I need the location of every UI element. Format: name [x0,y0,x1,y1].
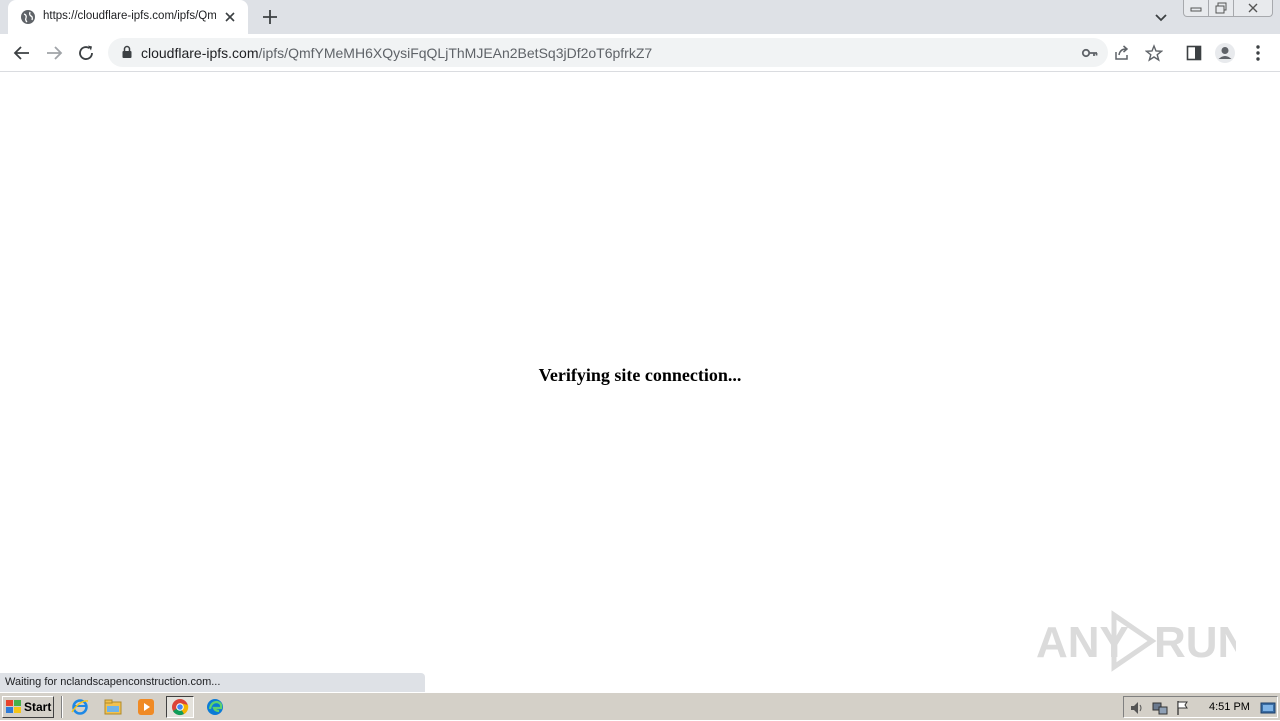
action-center-flag-icon[interactable] [1175,700,1191,716]
close-window-button[interactable] [1233,0,1273,17]
browser-titlebar: https://cloudflare-ipfs.com/ipfs/QmfYMeM… [0,0,1280,34]
ie-icon[interactable] [70,697,90,717]
media-player-icon[interactable] [136,697,156,717]
url-path: /ipfs/QmfYMeMH6XQysiFqQLjThMJEAn2BetSq3j… [258,45,653,61]
clock[interactable]: 4:51 PM [1209,701,1250,713]
page-content: Verifying site connection... ANY RUN Wai… [0,72,1280,692]
side-panel-icon[interactable] [1183,42,1205,64]
show-desktop-icon[interactable] [1260,700,1276,716]
chrome-icon[interactable] [166,696,194,718]
explorer-icon[interactable] [103,697,123,717]
status-bubble: Waiting for nclandscapenconstruction.com… [0,673,425,692]
reload-icon[interactable] [75,42,97,64]
start-label: Start [24,700,52,714]
tab-title: https://cloudflare-ipfs.com/ipfs/QmfYMeM… [43,10,216,22]
bookmark-star-icon[interactable] [1144,44,1164,62]
browser-toolbar: cloudflare-ipfs.com/ipfs/QmfYMeMH6XQysiF… [0,34,1280,72]
windows-taskbar: Start 4:51 PM [0,692,1280,720]
network-icon[interactable] [1152,700,1168,716]
back-icon[interactable] [11,42,33,64]
system-tray: 4:51 PM [1123,696,1278,718]
forward-icon[interactable] [43,42,65,64]
key-icon[interactable] [1081,44,1099,62]
more-menu-icon[interactable] [1247,42,1269,64]
browser-tab[interactable]: https://cloudflare-ipfs.com/ipfs/QmfYMeM… [8,0,248,34]
anyrun-watermark: ANY RUN [1036,609,1249,673]
chevron-down-icon[interactable] [1151,7,1171,27]
new-tab-icon[interactable] [260,7,280,27]
share-icon[interactable] [1113,44,1131,62]
restore-button[interactable] [1208,0,1234,17]
minimize-button[interactable] [1183,0,1209,17]
profile-avatar-icon[interactable] [1214,42,1236,64]
start-button[interactable]: Start [2,696,54,718]
globe-icon [20,9,36,25]
windows-logo-icon [6,700,21,713]
url-host: cloudflare-ipfs.com [141,45,259,61]
url-text: cloudflare-ipfs.com/ipfs/QmfYMeMH6XQysiF… [141,45,652,61]
address-bar[interactable]: cloudflare-ipfs.com/ipfs/QmfYMeMH6XQysiF… [108,38,1164,67]
volume-icon[interactable] [1129,700,1145,716]
close-tab-icon[interactable] [222,9,238,25]
lock-icon[interactable] [120,45,134,59]
verifying-message: Verifying site connection... [538,365,742,385]
edge-icon[interactable] [205,697,225,717]
watermark-text-run: RUN [1154,618,1236,667]
taskbar-separator [61,696,63,718]
